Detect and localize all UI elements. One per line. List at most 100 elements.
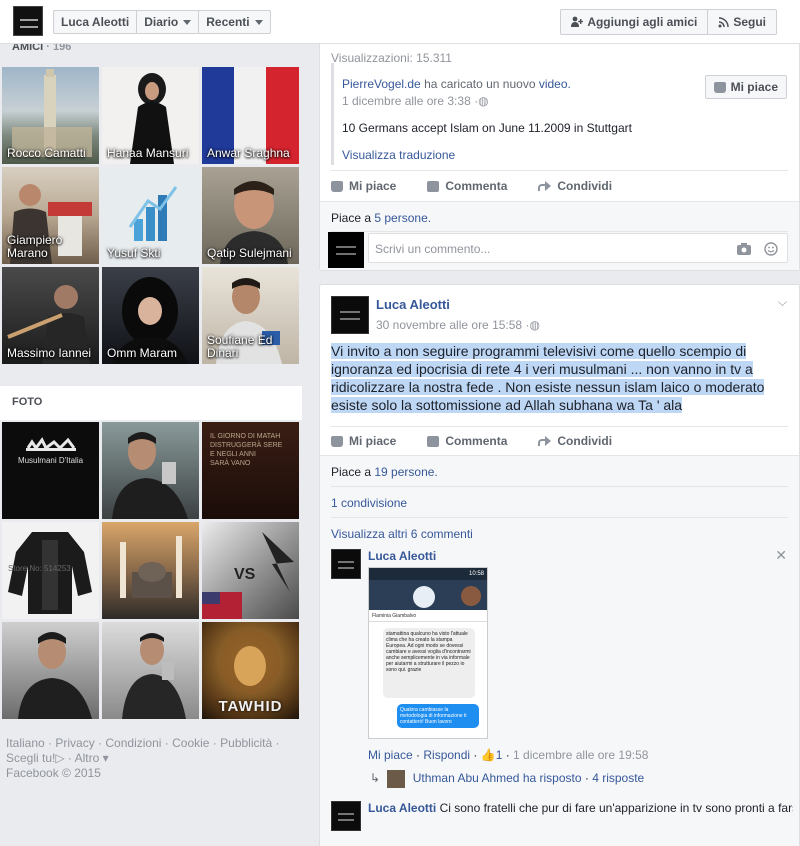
- photo-tile[interactable]: [102, 522, 199, 619]
- chevron-down-icon[interactable]: ⌵: [778, 295, 787, 310]
- profile-name-button[interactable]: Luca Aleotti: [54, 11, 138, 33]
- uploader-link[interactable]: PierreVogel.de: [342, 77, 421, 91]
- shares-link[interactable]: 1 condivisione: [331, 496, 407, 510]
- friend-tile[interactable]: Hanaa Mansuri: [102, 67, 199, 164]
- comment-attached-screenshot[interactable]: 10:58 Flaminia Giambalvo stamattina qual…: [368, 567, 488, 739]
- screenshot-reply: Qualora cambiasse la metodologia di info…: [397, 704, 479, 728]
- footer-link-ads[interactable]: Pubblicità: [220, 736, 272, 750]
- view-more-comments-link[interactable]: Visualizza altri 6 commenti: [331, 527, 473, 541]
- photo-caption: Store No: 514253: [8, 564, 71, 573]
- comment-input[interactable]: Scrivi un commento...: [368, 233, 788, 263]
- commenter-avatar[interactable]: [331, 549, 361, 579]
- footer-link-privacy[interactable]: Privacy: [55, 736, 94, 750]
- share-button[interactable]: Condividi: [538, 179, 612, 193]
- video-title: 10 Germans accept Islam on June 11.2009 …: [342, 121, 632, 135]
- calligraphy-logo: [26, 437, 76, 451]
- photo-caption: Musulmani D'Italia: [17, 456, 84, 465]
- close-icon[interactable]: ✕: [775, 547, 787, 564]
- video-link[interactable]: video.: [539, 77, 571, 91]
- photo-tile[interactable]: [2, 622, 99, 719]
- share-button[interactable]: Condividi: [538, 434, 612, 448]
- recenti-label: Recenti: [206, 15, 250, 29]
- friend-name: Omm Maram: [107, 346, 177, 360]
- post-date[interactable]: 30 novembre alle ore 15:58: [376, 318, 522, 332]
- comment-icon: [427, 180, 440, 192]
- comment-date[interactable]: 1 dicembre alle ore 19:58: [513, 748, 648, 762]
- friend-tile[interactable]: Soufiane Ed Dinari: [202, 267, 299, 364]
- recenti-button[interactable]: Recenti: [199, 11, 269, 33]
- friend-tile[interactable]: Massimo Iannei: [2, 267, 99, 364]
- photo-tile[interactable]: Store No: 514253: [2, 522, 99, 619]
- reply-author-link[interactable]: Uthman Abu Ahmed: [413, 771, 520, 785]
- comment-button[interactable]: Commenta: [427, 434, 507, 448]
- profile-avatar[interactable]: [13, 6, 43, 36]
- like-button[interactable]: Mi piace: [331, 434, 396, 448]
- photo-caption: VS: [234, 566, 256, 583]
- like-button[interactable]: Mi piace: [331, 179, 396, 193]
- replies-summary[interactable]: ↳ Uthman Abu Ahmed ha risposto · 4 rispo…: [370, 770, 644, 788]
- page-like-button[interactable]: Mi piace: [704, 75, 787, 99]
- friend-tile[interactable]: Yusuf Skti: [102, 167, 199, 264]
- contact-avatar: [461, 586, 481, 606]
- divider: [331, 426, 788, 427]
- shared-video-post: Visualizzazioni: 15.311 PierreVogel.de h…: [319, 42, 800, 271]
- reply-count-link[interactable]: 4 risposte: [592, 771, 644, 785]
- friend-tile[interactable]: Giampiero Marano: [2, 167, 99, 264]
- footer-link-adchoices[interactable]: Scegli tu!: [6, 751, 55, 765]
- comment-reply-link[interactable]: Rispondi: [423, 748, 470, 762]
- photo-tile[interactable]: VS: [202, 522, 299, 619]
- commenter-avatar[interactable]: [331, 801, 361, 831]
- post-date[interactable]: 1 dicembre alle ore 3:38: [342, 94, 471, 108]
- author-avatar[interactable]: [331, 296, 369, 334]
- camera-icon[interactable]: [737, 243, 751, 255]
- photo-tile[interactable]: [102, 422, 199, 519]
- photo-tile[interactable]: TAWHID: [202, 622, 299, 719]
- profile-header-bar: Luca Aleotti Diario Recenti Aggiungi agl…: [0, 0, 800, 44]
- chevron-down-icon: [254, 19, 263, 25]
- thumbs-up-icon: [713, 81, 726, 93]
- photos-header[interactable]: FOTO: [0, 386, 302, 420]
- post-feedback-area: Piace a 19 persone. 1 condivisione Visua…: [320, 455, 799, 846]
- messenger-icon: [413, 586, 435, 608]
- see-translation-link[interactable]: Visualizza traduzione: [342, 148, 455, 162]
- footer-copyright: Facebook © 2015: [6, 766, 101, 780]
- footer-link-cookie[interactable]: Cookie: [172, 736, 209, 750]
- post-author-link[interactable]: Luca Aleotti: [376, 297, 450, 312]
- globe-icon: ·◍: [525, 318, 540, 332]
- follow-button[interactable]: Segui: [708, 10, 776, 34]
- add-friend-button[interactable]: Aggiungi agli amici: [561, 10, 709, 34]
- comment-like-link[interactable]: Mi piace: [368, 748, 413, 762]
- friend-tile[interactable]: Qatip Sulejmani: [202, 167, 299, 264]
- post-actions: Mi piace Commenta Condividi: [331, 434, 643, 448]
- comment-icon: [427, 435, 440, 447]
- follow-label: Segui: [733, 15, 766, 29]
- photo-tile[interactable]: IL GIORNO DI MATAH DISTRUGGERÀ SERE E NEGL…: [202, 422, 299, 519]
- friend-tile[interactable]: Omm Maram: [102, 267, 199, 364]
- footer-link-more[interactable]: Altro: [75, 751, 100, 765]
- diario-button[interactable]: Diario: [137, 11, 200, 33]
- friend-tile[interactable]: Anwar Sraghna: [202, 67, 299, 164]
- add-friend-label: Aggiungi agli amici: [587, 15, 698, 29]
- comment-placeholder: Scrivi un commento...: [375, 242, 491, 256]
- commenter-avatar[interactable]: [328, 232, 364, 268]
- friend-name: Hanaa Mansuri: [107, 146, 189, 160]
- divider: [331, 170, 788, 171]
- photo-tile[interactable]: [102, 622, 199, 719]
- status-post: Luca Aleotti 30 novembre alle ore 15:58 …: [319, 284, 800, 846]
- comment-author-link[interactable]: Luca Aleotti: [368, 801, 436, 815]
- comment-author-link[interactable]: Luca Aleotti: [368, 549, 436, 563]
- footer-link-terms[interactable]: Condizioni: [105, 736, 161, 750]
- likes-count-link[interactable]: 19 persone.: [374, 465, 437, 479]
- comment-like-count[interactable]: 1: [496, 748, 503, 762]
- friend-tile[interactable]: Rocco Camatti: [2, 67, 99, 164]
- likes-count-link[interactable]: 5 persone.: [374, 211, 431, 225]
- comment-label: Commenta: [445, 434, 508, 448]
- upload-text: ha caricato un nuovo: [424, 77, 536, 91]
- footer-link-language[interactable]: Italiano: [6, 736, 45, 750]
- comment-button[interactable]: Commenta: [427, 179, 507, 193]
- photos-title: FOTO: [12, 396, 43, 408]
- emoji-icon[interactable]: [764, 242, 778, 256]
- friend-name: Massimo Iannei: [7, 346, 92, 360]
- photo-tile[interactable]: Musulmani D'Italia: [2, 422, 99, 519]
- reply-arrow-icon: ↳: [370, 771, 381, 786]
